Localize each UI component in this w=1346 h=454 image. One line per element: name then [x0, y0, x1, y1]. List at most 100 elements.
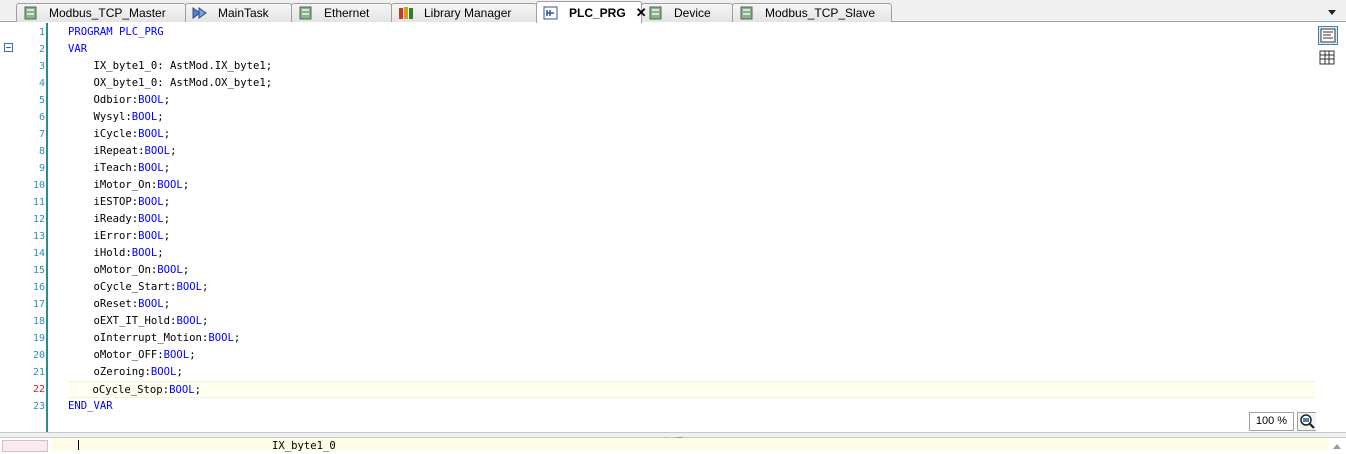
- code-line[interactable]: Odbior:BOOL;: [68, 92, 1316, 109]
- keyword-token: BOOL: [131, 111, 158, 123]
- code-line[interactable]: OX_byte1_0: AstMod.OX_byte1;: [68, 75, 1316, 92]
- declaration-text: IX_byte1_0: [272, 440, 336, 452]
- current-code-line[interactable]: oCycle_Stop:BOOL;: [67, 381, 1316, 398]
- library-icon: [398, 6, 414, 20]
- implementation-pane: IX_byte1_0: [0, 438, 1346, 452]
- zoom-level[interactable]: 100 %: [1249, 412, 1294, 431]
- code-line[interactable]: Wysyl:BOOL;: [68, 109, 1316, 126]
- keyword-token: BOOL: [144, 145, 171, 157]
- code-line[interactable]: iHold:BOOL;: [68, 245, 1316, 262]
- code-line[interactable]: iESTOP:BOOL;: [68, 194, 1316, 211]
- tab-modbus-tcp-slave[interactable]: Modbus_TCP_Slave: [732, 3, 892, 22]
- code-token: ;: [163, 196, 171, 208]
- code-token: oCycle_Stop:: [67, 384, 170, 396]
- line-number: 7: [38, 129, 45, 140]
- tab-plc-prg[interactable]: PLC_PRG ✕: [536, 1, 647, 23]
- line-number: 22: [32, 384, 45, 395]
- tab-list-dropdown-icon[interactable]: [1326, 6, 1338, 18]
- line-number: 4: [38, 78, 45, 89]
- code-token: iCycle:: [68, 128, 139, 140]
- line-number: 18: [32, 316, 45, 327]
- code-token: ;: [163, 230, 171, 242]
- declaration-editor[interactable]: 1 2 3 4 5 6 7 8 9 10 11 12 13 14 15 16 17 18 19 20 21 22 23 PR…: [0, 23, 1317, 432]
- keyword-token: BOOL: [138, 298, 164, 310]
- code-token: ;: [201, 281, 209, 293]
- keyword-token: BOOL: [138, 94, 164, 106]
- collapse-icon[interactable]: [4, 43, 13, 52]
- tabular-view-icon[interactable]: [1318, 49, 1338, 68]
- code-line[interactable]: iMotor_On:BOOL;: [68, 177, 1316, 194]
- code-line[interactable]: iRepeat:BOOL;: [68, 143, 1316, 160]
- code-token: iESTOP:: [68, 196, 139, 208]
- line-number: 19: [32, 333, 45, 344]
- textual-view-icon[interactable]: [1318, 26, 1338, 45]
- code-token: ;: [170, 145, 177, 157]
- line-number: 1: [38, 27, 45, 38]
- line-number: 9: [38, 163, 45, 174]
- code-line[interactable]: PROGRAM PLC_PRG: [68, 24, 1316, 41]
- code-area[interactable]: PROGRAM PLC_PRG VAR IX_byte1_0: AstMod.IX…: [50, 23, 1316, 432]
- device-icon: [298, 6, 314, 20]
- code-token: ;: [194, 384, 201, 396]
- code-line[interactable]: IX_byte1_0: AstMod.IX_byte1;: [68, 58, 1316, 75]
- tab-library-manager[interactable]: Library Manager: [391, 3, 537, 22]
- code-line[interactable]: oZeroing:BOOL;: [68, 364, 1316, 381]
- zoom-icon[interactable]: [1297, 412, 1317, 431]
- code-line[interactable]: oInterrupt_Motion:BOOL;: [68, 330, 1316, 347]
- tab-label: MainTask: [218, 6, 269, 20]
- tab-label: Modbus_TCP_Slave: [765, 6, 876, 20]
- tab-label: Library Manager: [424, 6, 512, 20]
- code-line[interactable]: oMotor_On:BOOL;: [68, 262, 1316, 279]
- code-token: ;: [201, 315, 209, 327]
- editor-tab-bar: Modbus_TCP_Master MainTask Ethernet Libr…: [0, 0, 1346, 23]
- keyword-token: BOOL: [138, 213, 164, 225]
- code-line[interactable]: VAR: [68, 41, 1316, 58]
- tab-device[interactable]: Device: [641, 3, 733, 22]
- device-icon: [648, 6, 664, 20]
- line-number: 20: [32, 350, 45, 361]
- code-token: iHold:: [68, 247, 132, 259]
- line-number: 11: [32, 197, 45, 208]
- keyword-token: BOOL: [157, 264, 183, 276]
- scroll-up-icon[interactable]: [1330, 440, 1344, 450]
- tab-modbus-tcp-master[interactable]: Modbus_TCP_Master: [16, 3, 186, 22]
- code-line[interactable]: oReset:BOOL;: [68, 296, 1316, 313]
- code-token: ;: [182, 264, 190, 276]
- line-number: 14: [32, 248, 45, 259]
- line-number: 10: [32, 180, 45, 191]
- pou-icon: [543, 6, 559, 20]
- tab-ethernet[interactable]: Ethernet: [291, 3, 392, 22]
- code-token: ;: [163, 128, 171, 140]
- code-token: ;: [157, 111, 164, 123]
- tab-label: Ethernet: [324, 6, 370, 20]
- line-number: 21: [32, 367, 45, 378]
- code-line[interactable]: iTeach:BOOL;: [68, 160, 1316, 177]
- code-line[interactable]: END_VAR: [68, 398, 1316, 415]
- code-token: ;: [163, 162, 171, 174]
- tab-label: Device: [674, 6, 711, 20]
- keyword-token: VAR: [68, 43, 88, 55]
- code-token: oCycle_Start:: [68, 281, 177, 293]
- tab-maintask[interactable]: MainTask: [185, 3, 292, 22]
- code-token: oInterrupt_Motion:: [68, 332, 209, 344]
- keyword-token: BOOL: [150, 366, 177, 378]
- line-number: 12: [32, 214, 45, 225]
- line-number: 6: [38, 112, 45, 123]
- code-line[interactable]: iError:BOOL;: [68, 228, 1316, 245]
- line-number: 8: [38, 146, 45, 157]
- code-line[interactable]: iCycle:BOOL;: [68, 126, 1316, 143]
- code-token: oMotor_On:: [68, 264, 158, 276]
- declaration-row[interactable]: IX_byte1_0: [52, 438, 1328, 452]
- fold-gutter: [0, 23, 16, 432]
- line-number: 13: [32, 231, 45, 242]
- close-icon[interactable]: ✕: [636, 5, 647, 21]
- code-line[interactable]: oMotor_OFF:BOOL;: [68, 347, 1316, 364]
- code-token: ;: [189, 349, 196, 361]
- code-line[interactable]: iReady:BOOL;: [68, 211, 1316, 228]
- code-line[interactable]: oCycle_Start:BOOL;: [68, 279, 1316, 296]
- line-marker: [2, 440, 48, 452]
- code-line[interactable]: oEXT_IT_Hold:BOOL;: [68, 313, 1316, 330]
- line-number: 2: [38, 44, 45, 55]
- code-token: iReady:: [68, 213, 139, 225]
- code-token: ;: [163, 94, 171, 106]
